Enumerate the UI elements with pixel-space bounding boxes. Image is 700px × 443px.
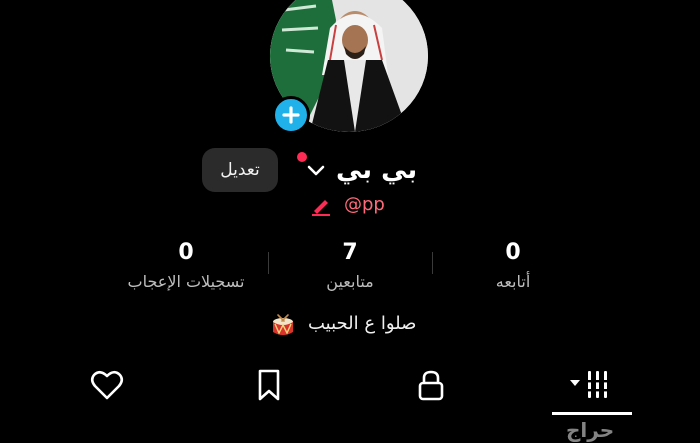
add-story-button[interactable]: [272, 96, 310, 134]
edit-profile-label: تعديل: [220, 160, 260, 180]
edit-profile-button[interactable]: تعديل: [202, 148, 278, 192]
chevron-down-icon[interactable]: [306, 164, 326, 178]
username-handle[interactable]: @pp: [344, 194, 385, 215]
bookmark-icon: [258, 369, 280, 401]
drum-emoji-icon: [273, 314, 293, 335]
likes-count[interactable]: 0: [136, 240, 236, 265]
tab-private[interactable]: [414, 368, 448, 402]
tab-saved[interactable]: [252, 368, 286, 402]
followers-label[interactable]: متابعين: [260, 272, 440, 291]
plus-icon: [282, 106, 300, 124]
tab-videos[interactable]: [570, 368, 610, 402]
tab-liked[interactable]: [90, 368, 124, 402]
pencil-icon[interactable]: [310, 196, 332, 216]
stats-divider: [268, 252, 269, 274]
display-name[interactable]: بي بي: [336, 155, 417, 185]
profile-screen: تعديل بي بي @pp 0 أتابعه 7 متابعين 0 تسج…: [0, 0, 700, 443]
selected-tab-indicator: [552, 412, 632, 415]
stats-divider: [432, 252, 433, 274]
watermark-logo: حراج: [566, 418, 615, 442]
grid-icon: [570, 371, 609, 398]
notification-dot: [297, 152, 307, 162]
likes-label[interactable]: تسجيلات الإعجاب: [96, 272, 276, 291]
followers-count[interactable]: 7: [300, 240, 400, 265]
lock-icon: [418, 370, 444, 401]
heart-icon: [90, 370, 124, 400]
bio-text: صلوا ع الحبيب: [308, 313, 417, 334]
following-count[interactable]: 0: [463, 240, 563, 265]
following-label[interactable]: أتابعه: [423, 272, 603, 291]
